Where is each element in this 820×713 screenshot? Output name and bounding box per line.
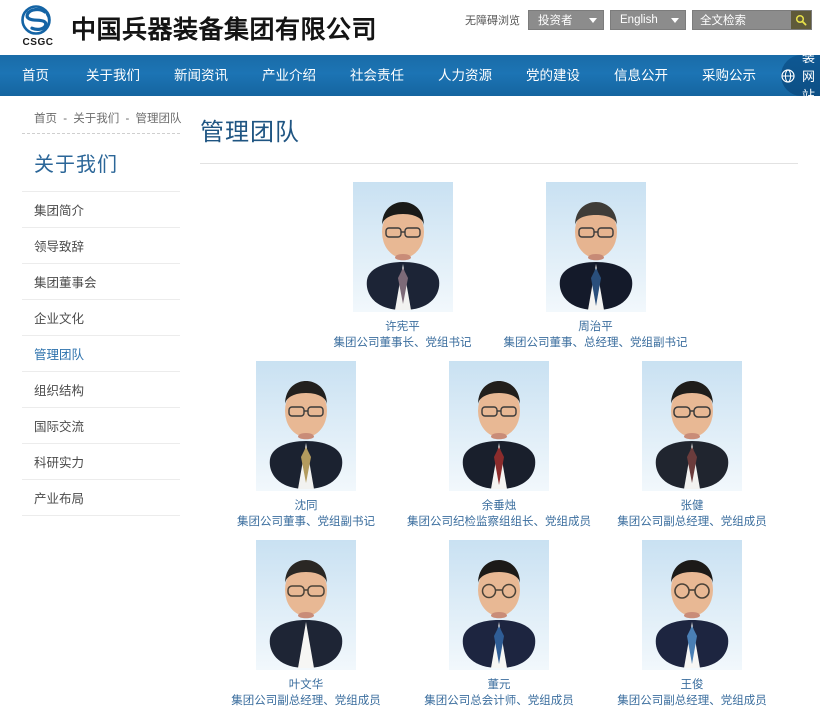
member-portrait [352,182,453,312]
search-input[interactable]: 全文检索 [700,12,746,28]
member-role: 集团公司副总经理、党组成员 [617,516,767,528]
nav-item-hr[interactable]: 人力资源 [421,55,509,96]
search-box[interactable]: 全文检索 [692,10,812,30]
member-name: 许宪平 [385,321,420,333]
breadcrumb-divider [22,133,180,134]
member-name: 叶文华 [288,679,324,691]
language-dropdown-label: English [620,14,658,26]
sidebar-item-management-team[interactable]: 管理团队 [22,335,180,371]
page-body: 首页 - 关于我们 - 管理团队 关于我们 集团简介 领导致辞 集团董事会 企业… [0,96,820,713]
sidebar-item-international[interactable]: 国际交流 [22,407,180,443]
nav-item-party[interactable]: 党的建设 [509,55,597,96]
investor-dropdown[interactable]: 投资者 [528,10,604,30]
investor-dropdown-label: 投资者 [538,15,573,27]
chevron-down-icon [589,17,597,23]
member-role: 集团公司纪检监察组组长、党组成员 [407,516,591,528]
team-row: 叶文华 集团公司副总经理、党组成员 董元 集团公司总会计师、党组成员 王俊 集团… [200,540,798,709]
member-portrait [256,540,356,670]
sidebar-item-structure[interactable]: 组织结构 [22,371,180,407]
sidebar-item-culture[interactable]: 企业文化 [22,299,180,335]
site-logo[interactable]: CSGC 中国兵器装备集团有限公司 [14,4,378,51]
site-header: CSGC 中国兵器装备集团有限公司 无障碍浏览 投资者 English 全文检索 [0,0,820,55]
member-name: 余垂烛 [481,500,517,512]
magnifier-icon [795,14,807,26]
member-portrait [449,361,549,491]
member-portrait [449,540,549,670]
team-row: 沈同 集团公司董事、党组副书记 余垂烛 集团公司纪检监察组组长、党组成员 张健 … [200,361,798,530]
nav-item-industry[interactable]: 产业介绍 [245,55,333,96]
team-member[interactable]: 沈同 集团公司董事、党组副书记 [210,361,403,530]
language-dropdown[interactable]: English [610,10,686,30]
header-controls: 无障碍浏览 投资者 English 全文检索 [465,10,812,30]
logo-abbreviation: CSGC [22,36,54,48]
site-group-button[interactable]: 兵装网站群 [781,31,820,122]
main-navigation: 首页 关于我们 新闻资讯 产业介绍 社会责任 人力资源 党的建设 信息公开 采购… [0,31,820,122]
sidebar-item-profile[interactable]: 集团简介 [22,191,180,227]
sidebar-title: 关于我们 [34,154,118,176]
page-title: 管理团队 [200,119,300,146]
member-name: 沈同 [294,500,318,512]
nav-item-social[interactable]: 社会责任 [333,55,421,96]
nav-item-list: 首页 关于我们 新闻资讯 产业介绍 社会责任 人力资源 党的建设 信息公开 采购… [0,55,773,96]
main-content: 管理团队 许宪平 集团公司董事长、党组书记 周治平 集团公司董事、总经理、党组副… [200,98,820,713]
accessibility-link[interactable]: 无障碍浏览 [465,12,520,28]
member-role: 集团公司副总经理、党组成员 [617,695,767,707]
member-role: 集团公司董事、总经理、党组副书记 [503,337,688,349]
member-role: 集团公司董事长、党组书记 [333,337,472,349]
nav-item-news[interactable]: 新闻资讯 [157,55,245,96]
member-name: 王俊 [680,679,704,691]
nav-item-procurement[interactable]: 采购公示 [685,55,773,96]
member-name: 董元 [487,679,511,691]
breadcrumb-item-home[interactable]: 首页 [34,113,57,125]
sidebar-item-board[interactable]: 集团董事会 [22,263,180,299]
team-member[interactable]: 王俊 集团公司副总经理、党组成员 [596,540,789,709]
breadcrumb-item-about[interactable]: 关于我们 [73,113,119,125]
member-portrait [256,361,356,491]
member-role: 集团公司董事、党组副书记 [237,516,375,528]
sidebar-item-speech[interactable]: 领导致辞 [22,227,180,263]
sidebar-item-research[interactable]: 科研实力 [22,443,180,479]
breadcrumb-separator: - [125,113,130,125]
csgc-logo-icon: CSGC [14,4,62,51]
site-group-label: 兵装网站群 [802,31,816,122]
nav-item-disclosure[interactable]: 信息公开 [597,55,685,96]
globe-icon [781,68,795,83]
sidebar-item-layout[interactable]: 产业布局 [22,479,180,516]
nav-item-home[interactable]: 首页 [0,55,69,96]
member-role: 集团公司副总经理、党组成员 [231,695,381,707]
nav-item-about[interactable]: 关于我们 [69,55,157,96]
member-name: 张健 [680,500,704,512]
title-divider [200,163,798,164]
member-portrait [642,540,742,670]
team-member[interactable]: 周治平 集团公司董事、总经理、党组副书记 [499,182,692,351]
team-row: 许宪平 集团公司董事长、党组书记 周治平 集团公司董事、总经理、党组副书记 [200,182,798,351]
team-member[interactable]: 张健 集团公司副总经理、党组成员 [596,361,789,530]
team-member[interactable]: 叶文华 集团公司副总经理、党组成员 [210,540,403,709]
company-name: 中国兵器装备集团有限公司 [71,14,378,44]
member-name: 周治平 [578,321,613,333]
member-role: 集团公司总会计师、党组成员 [424,695,574,707]
breadcrumb-separator: - [63,113,68,125]
breadcrumb: 首页 - 关于我们 - 管理团队 [22,108,200,133]
team-member[interactable]: 许宪平 集团公司董事长、党组书记 [306,182,499,351]
search-button[interactable] [791,11,811,29]
member-portrait [642,361,742,491]
team-member[interactable]: 董元 集团公司总会计师、党组成员 [403,540,596,709]
breadcrumb-item-current: 管理团队 [135,113,182,125]
sidebar-menu: 集团简介 领导致辞 集团董事会 企业文化 管理团队 组织结构 国际交流 科研实力… [22,191,180,516]
chevron-down-icon [671,17,679,23]
sidebar: 首页 - 关于我们 - 管理团队 关于我们 集团简介 领导致辞 集团董事会 企业… [0,98,200,713]
member-portrait [545,182,646,312]
team-member[interactable]: 余垂烛 集团公司纪检监察组组长、党组成员 [403,361,596,530]
